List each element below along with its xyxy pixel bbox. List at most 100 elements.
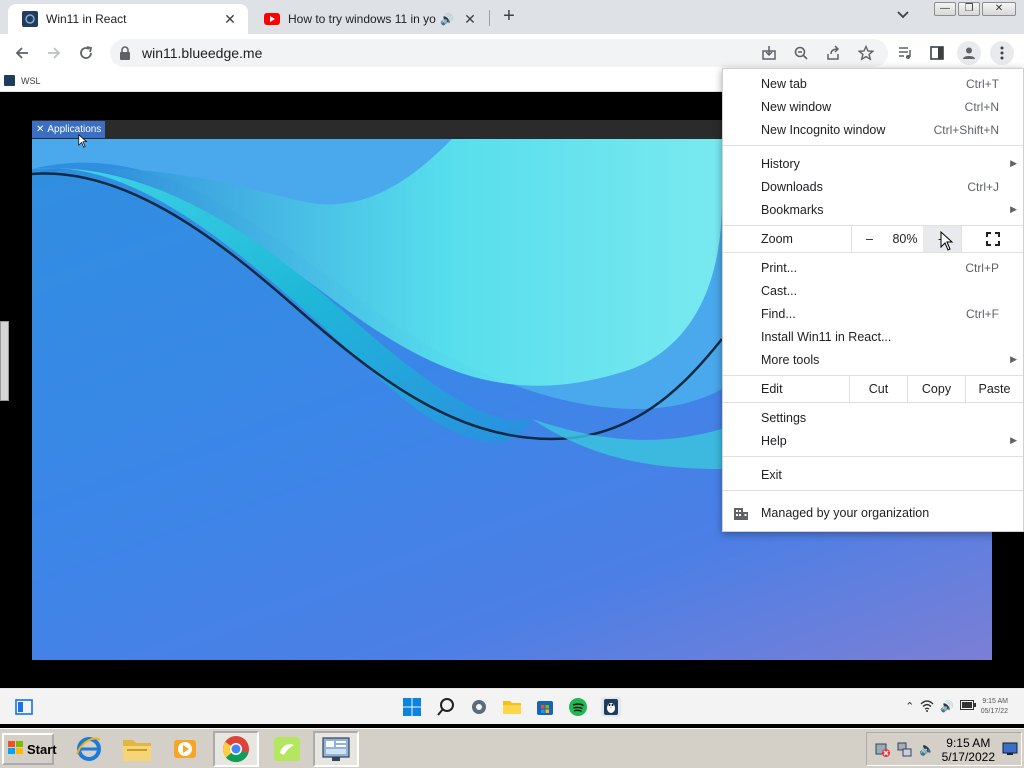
applications-menu-button[interactable]: ✕ Applications (32, 121, 106, 138)
side-panel-icon[interactable] (925, 41, 949, 65)
penguin-app-icon[interactable] (601, 697, 621, 717)
menu-item-new-window[interactable]: New window Ctrl+N (723, 95, 1023, 118)
close-window-button[interactable]: ✕ (982, 2, 1016, 16)
control-panel-taskbar-button[interactable] (313, 731, 359, 767)
forward-arrow-icon[interactable] (42, 41, 66, 65)
new-tab-button[interactable]: + (498, 6, 520, 28)
windows-flag-icon (8, 740, 24, 758)
show-desktop-icon[interactable] (1002, 742, 1018, 759)
menu-item-label: Bookmarks (761, 202, 824, 217)
tab-win11-in-react[interactable]: Win11 in React ✕ (8, 4, 248, 34)
volume-icon[interactable]: 🔊 (940, 700, 954, 715)
media-player-icon[interactable] (162, 731, 208, 767)
menu-item-cast[interactable]: Cast... (723, 279, 1023, 302)
file-explorer-icon[interactable] (502, 697, 522, 717)
tab-youtube-video[interactable]: How to try windows 11 in yo 🔊 ✕ (250, 4, 488, 34)
fullscreen-button[interactable] (961, 226, 1023, 252)
menu-item-label: New window (761, 99, 832, 114)
os-clock[interactable]: 9:15 AM 5/17/2022 (942, 736, 995, 764)
menu-item-bookmarks[interactable]: Bookmarks ▶ (723, 198, 1023, 221)
menu-item-help[interactable]: Help ▶ (723, 429, 1023, 452)
win11-taskbar: ⌃ 🔊 9:15 AM 05/17/22 (0, 688, 1024, 724)
chrome-taskbar-button[interactable] (213, 731, 259, 767)
edit-label: Edit (761, 382, 783, 396)
cut-button[interactable]: Cut (849, 376, 907, 402)
bookmark-star-icon[interactable] (854, 41, 878, 65)
copy-button[interactable]: Copy (907, 376, 965, 402)
close-tab-icon[interactable]: ✕ (222, 11, 238, 28)
menu-zoom-row: Zoom – 80% + (723, 226, 1023, 252)
close-tab-icon[interactable]: ✕ (462, 11, 478, 28)
mouse-pointer-icon (940, 231, 954, 251)
restore-button[interactable]: ❐ (958, 2, 980, 16)
start-button[interactable]: Start (2, 733, 57, 765)
paste-button[interactable]: Paste (965, 376, 1023, 402)
minimize-button[interactable]: — (934, 2, 956, 16)
menu-item-label: New tab (761, 76, 807, 91)
menu-item-shortcut: Ctrl+Shift+N (933, 122, 999, 137)
media-control-icon[interactable] (893, 41, 917, 65)
spotify-icon[interactable] (568, 697, 588, 717)
menu-item-downloads[interactable]: Downloads Ctrl+J (723, 175, 1023, 198)
internet-explorer-icon[interactable] (66, 731, 112, 767)
lock-icon[interactable] (118, 45, 134, 61)
menu-item-new-tab[interactable]: New tab Ctrl+T (723, 72, 1023, 95)
zoom-icon[interactable] (789, 41, 813, 65)
os-clock-date: 5/17/2022 (941, 750, 995, 764)
audio-playing-icon[interactable]: 🔊 (440, 13, 454, 26)
bookmark-wsl[interactable]: WSL (4, 75, 41, 86)
store-icon[interactable] (535, 697, 555, 717)
reload-icon[interactable] (74, 41, 98, 65)
win11-clock[interactable]: 9:15 AM 05/17/22 (981, 697, 1008, 717)
applications-label: Applications (47, 124, 102, 135)
chrome-logo-icon (223, 736, 249, 763)
menu-item-shortcut: Ctrl+J (967, 179, 999, 194)
network-warning-icon[interactable] (875, 742, 891, 761)
menu-item-shortcut: Ctrl+N (964, 99, 999, 114)
menu-item-history[interactable]: History ▶ (723, 152, 1023, 175)
menu-item-settings[interactable]: Settings (723, 406, 1023, 429)
menu-item-install-app[interactable]: Install Win11 in React... (723, 325, 1023, 348)
back-arrow-icon[interactable] (10, 41, 34, 65)
side-handle[interactable] (0, 321, 9, 401)
zoom-out-button[interactable]: – (851, 226, 887, 252)
menu-item-more-tools[interactable]: More tools ▶ (723, 348, 1023, 371)
menu-item-shortcut: Ctrl+P (965, 260, 999, 275)
search-icon[interactable] (436, 697, 456, 717)
menu-item-label: Exit (761, 467, 782, 482)
menu-item-exit[interactable]: Exit (723, 463, 1023, 486)
os-taskbar: Start 🔈 9:15 AM 5/17/2022 (0, 728, 1024, 768)
control-panel-icon (322, 737, 350, 761)
file-folder-icon[interactable] (114, 731, 160, 767)
building-icon (733, 505, 749, 521)
battery-icon[interactable] (960, 700, 976, 715)
fullscreen-icon (985, 232, 1000, 246)
network-icon[interactable] (897, 742, 913, 761)
windows-start-icon[interactable] (402, 697, 422, 717)
menu-item-label: History (761, 156, 800, 171)
share-icon[interactable] (821, 41, 845, 65)
install-app-icon[interactable] (757, 41, 781, 65)
zoom-label: Zoom (761, 232, 793, 246)
menu-separator (723, 145, 1023, 146)
win11-favicon-icon (22, 11, 38, 27)
profile-avatar-icon[interactable] (957, 41, 981, 65)
menu-item-label: Cast... (761, 283, 798, 298)
menu-item-find[interactable]: Find... Ctrl+F (723, 302, 1023, 325)
show-hidden-icons-chevron-icon[interactable]: ⌃ (905, 700, 914, 715)
speaker-icon[interactable]: 🔈 (919, 741, 935, 757)
applications-icon: ✕ (36, 124, 45, 135)
chat-app-icon[interactable] (264, 731, 310, 767)
menu-item-managed-by-organization[interactable]: Managed by your organization (723, 499, 1023, 527)
menu-separator (723, 456, 1023, 457)
settings-gear-icon[interactable] (469, 697, 489, 717)
widgets-icon[interactable] (14, 697, 34, 717)
menu-item-label: Print... (761, 260, 798, 275)
tab-search-chevron-icon[interactable] (896, 9, 914, 25)
wifi-icon[interactable] (920, 700, 934, 715)
menu-item-print[interactable]: Print... Ctrl+P (723, 256, 1023, 279)
menu-item-new-incognito-window[interactable]: New Incognito window Ctrl+Shift+N (723, 118, 1023, 141)
submenu-arrow-icon: ▶ (1010, 354, 1017, 364)
chrome-menu-kebab-icon[interactable] (990, 41, 1014, 65)
youtube-favicon-icon (264, 11, 280, 27)
